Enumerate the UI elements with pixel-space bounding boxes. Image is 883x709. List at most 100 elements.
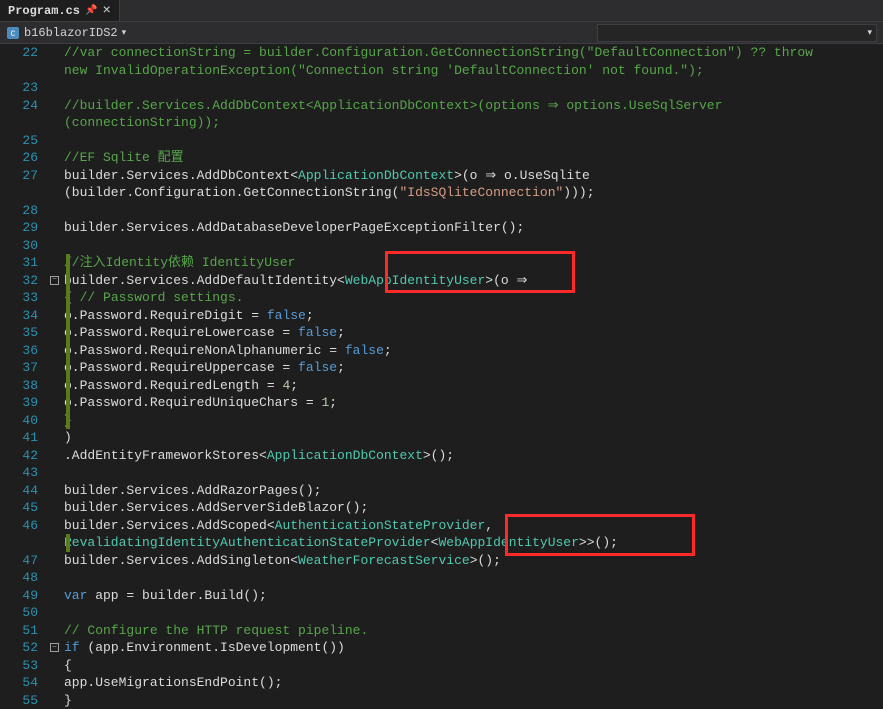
code-text[interactable]: builder.Services.AddSingleton<WeatherFor… (64, 552, 883, 570)
code-editor[interactable]: 22 //var connectionString = builder.Conf… (0, 44, 883, 677)
code-text[interactable]: } (64, 412, 883, 430)
code-line[interactable]: 37 o.Password.RequireUppercase = false; (0, 359, 883, 377)
code-line[interactable]: 53 { (0, 657, 883, 675)
code-line[interactable]: 42 .AddEntityFrameworkStores<Application… (0, 447, 883, 465)
fold-gutter (48, 482, 64, 500)
csharp-file-icon: C (6, 26, 20, 40)
code-text[interactable] (64, 569, 883, 587)
code-text[interactable]: { (64, 657, 883, 675)
pin-icon[interactable]: 📌 (85, 5, 97, 17)
code-line[interactable]: 41 ) (0, 429, 883, 447)
code-line[interactable]: 25 (0, 132, 883, 150)
fold-gutter (48, 79, 64, 97)
line-number (0, 62, 48, 80)
line-number: 26 (0, 149, 48, 167)
code-text[interactable]: o.Password.RequireLowercase = false; (64, 324, 883, 342)
code-line[interactable]: 49 var app = builder.Build(); (0, 587, 883, 605)
code-text[interactable]: } (64, 692, 883, 709)
code-text[interactable]: builder.Services.AddDefaultIdentity<WebA… (64, 272, 883, 290)
code-line[interactable]: 34 o.Password.RequireDigit = false; (0, 307, 883, 325)
code-line[interactable]: 28 (0, 202, 883, 220)
line-number: 23 (0, 79, 48, 97)
code-text[interactable]: //builder.Services.AddDbContext<Applicat… (64, 97, 883, 115)
code-line[interactable]: (connectionString)); (0, 114, 883, 132)
code-line[interactable]: new InvalidOperationException("Connectio… (0, 62, 883, 80)
code-text[interactable]: o.Password.RequireDigit = false; (64, 307, 883, 325)
code-line[interactable]: 52− if (app.Environment.IsDevelopment()) (0, 639, 883, 657)
code-text[interactable]: (connectionString)); (64, 114, 883, 132)
chevron-down-icon[interactable]: ▾ (122, 28, 127, 38)
code-text[interactable]: builder.Services.AddRazorPages(); (64, 482, 883, 500)
fold-gutter (48, 394, 64, 412)
code-line[interactable]: 29 builder.Services.AddDatabaseDeveloper… (0, 219, 883, 237)
code-line[interactable]: 39 o.Password.RequiredUniqueChars = 1; (0, 394, 883, 412)
line-number: 42 (0, 447, 48, 465)
code-text[interactable]: builder.Services.AddDatabaseDeveloperPag… (64, 219, 883, 237)
code-text[interactable]: //var connectionString = builder.Configu… (64, 44, 883, 62)
code-text[interactable]: o.Password.RequireUppercase = false; (64, 359, 883, 377)
code-text[interactable]: //注入Identity依赖 IdentityUser (64, 254, 883, 272)
code-line[interactable]: 48 (0, 569, 883, 587)
code-text[interactable]: (builder.Configuration.GetConnectionStri… (64, 184, 883, 202)
code-text[interactable]: o.Password.RequiredUniqueChars = 1; (64, 394, 883, 412)
code-line[interactable]: 32− builder.Services.AddDefaultIdentity<… (0, 272, 883, 290)
code-line[interactable]: 38 o.Password.RequiredLength = 4; (0, 377, 883, 395)
code-line[interactable]: 43 (0, 464, 883, 482)
code-text[interactable] (64, 604, 883, 622)
code-text[interactable] (64, 202, 883, 220)
line-number: 22 (0, 44, 48, 62)
code-text[interactable] (64, 237, 883, 255)
code-text[interactable]: new InvalidOperationException("Connectio… (64, 62, 883, 80)
code-line[interactable]: 30 (0, 237, 883, 255)
code-line[interactable]: 44 builder.Services.AddRazorPages(); (0, 482, 883, 500)
code-line[interactable]: 45 builder.Services.AddServerSideBlazor(… (0, 499, 883, 517)
code-line[interactable]: 22 //var connectionString = builder.Conf… (0, 44, 883, 62)
member-dropdown[interactable]: ▾ (597, 24, 877, 42)
code-line[interactable]: 27 builder.Services.AddDbContext<Applica… (0, 167, 883, 185)
fold-gutter (48, 149, 64, 167)
code-line[interactable]: 24 //builder.Services.AddDbContext<Appli… (0, 97, 883, 115)
nav-project-name[interactable]: b16blazorIDS2 (24, 26, 118, 40)
code-text[interactable]: RevalidatingIdentityAuthenticationStateP… (64, 534, 883, 552)
code-text[interactable]: var app = builder.Build(); (64, 587, 883, 605)
code-text[interactable]: o.Password.RequiredLength = 4; (64, 377, 883, 395)
code-text[interactable]: builder.Services.AddDbContext<Applicatio… (64, 167, 883, 185)
code-text[interactable]: builder.Services.AddScoped<Authenticatio… (64, 517, 883, 535)
code-line[interactable]: 40 } (0, 412, 883, 430)
code-text[interactable]: if (app.Environment.IsDevelopment()) (64, 639, 883, 657)
fold-gutter (48, 604, 64, 622)
close-icon[interactable]: × (102, 4, 110, 18)
code-text[interactable] (64, 132, 883, 150)
code-text[interactable] (64, 79, 883, 97)
code-line[interactable]: 46 builder.Services.AddScoped<Authentica… (0, 517, 883, 535)
code-text[interactable]: .AddEntityFrameworkStores<ApplicationDbC… (64, 447, 883, 465)
code-line[interactable]: 47 builder.Services.AddSingleton<Weather… (0, 552, 883, 570)
code-line[interactable]: 31 //注入Identity依赖 IdentityUser (0, 254, 883, 272)
code-text[interactable]: ) (64, 429, 883, 447)
code-line[interactable]: RevalidatingIdentityAuthenticationStateP… (0, 534, 883, 552)
code-line[interactable]: 55 } (0, 692, 883, 709)
code-line[interactable]: 26 //EF Sqlite 配置 (0, 149, 883, 167)
code-line[interactable]: 35 o.Password.RequireLowercase = false; (0, 324, 883, 342)
code-text[interactable]: o.Password.RequireNonAlphanumeric = fals… (64, 342, 883, 360)
fold-toggle-icon[interactable]: − (50, 276, 59, 285)
fold-gutter (48, 692, 64, 709)
change-indicator (66, 534, 70, 552)
code-line[interactable]: (builder.Configuration.GetConnectionStri… (0, 184, 883, 202)
code-text[interactable]: { // Password settings. (64, 289, 883, 307)
code-text[interactable]: builder.Services.AddServerSideBlazor(); (64, 499, 883, 517)
code-line[interactable]: 50 (0, 604, 883, 622)
file-tab[interactable]: Program.cs 📌 × (0, 0, 120, 21)
code-text[interactable]: // Configure the HTTP request pipeline. (64, 622, 883, 640)
code-text[interactable] (64, 464, 883, 482)
line-number: 38 (0, 377, 48, 395)
code-text[interactable]: //EF Sqlite 配置 (64, 149, 883, 167)
line-number: 53 (0, 657, 48, 675)
code-line[interactable]: 36 o.Password.RequireNonAlphanumeric = f… (0, 342, 883, 360)
change-indicator (66, 377, 70, 395)
line-number: 45 (0, 499, 48, 517)
code-line[interactable]: 23 (0, 79, 883, 97)
code-line[interactable]: 33 { // Password settings. (0, 289, 883, 307)
code-line[interactable]: 51 // Configure the HTTP request pipelin… (0, 622, 883, 640)
fold-toggle-icon[interactable]: − (50, 643, 59, 652)
